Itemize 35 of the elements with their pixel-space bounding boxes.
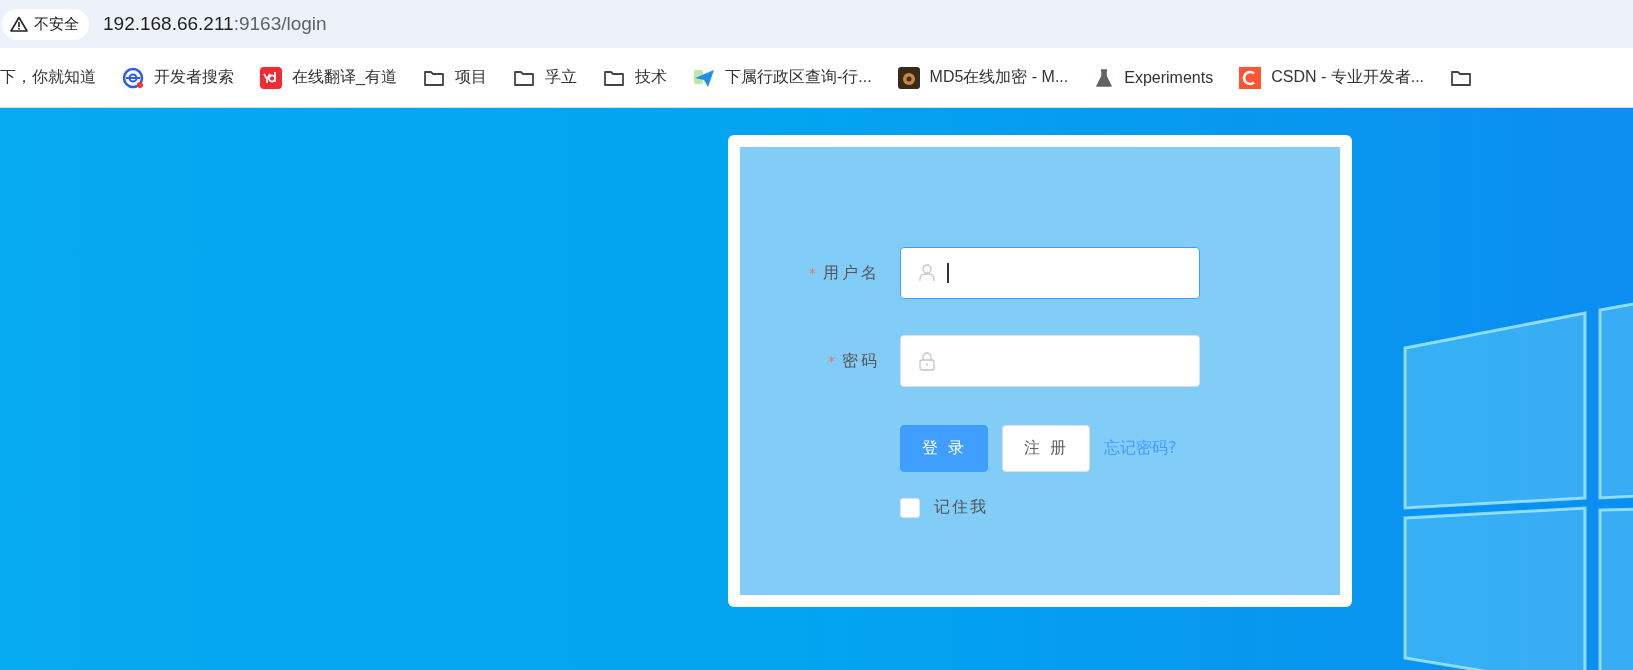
folder-icon bbox=[422, 68, 445, 87]
text-cursor bbox=[947, 263, 949, 283]
user-icon bbox=[919, 264, 935, 282]
app-logo-icon bbox=[260, 66, 282, 89]
checkbox-label: 记住我 bbox=[934, 497, 988, 518]
bookmark[interactable]: 在线翻译_有道 bbox=[260, 66, 397, 89]
bookmark[interactable]: MD5在线加密 - M... bbox=[897, 66, 1069, 89]
bookmark[interactable]: 孚立 bbox=[512, 67, 577, 88]
bookmark[interactable]: CSDN - 专业开发者... bbox=[1239, 66, 1425, 89]
bookmark[interactable]: 项目 bbox=[422, 67, 487, 88]
app-logo-icon bbox=[1239, 66, 1262, 89]
bookmark[interactable] bbox=[1450, 68, 1473, 87]
register-button[interactable]: 注 册 bbox=[1002, 425, 1090, 472]
address-field[interactable]: 192.168.66.211:9163/login bbox=[103, 13, 327, 35]
lock-icon bbox=[919, 351, 935, 371]
required-asterisk: * bbox=[828, 353, 838, 369]
security-chip[interactable]: 不安全 bbox=[2, 8, 89, 40]
warning-icon bbox=[10, 16, 28, 32]
folder-icon bbox=[512, 68, 535, 87]
folder-icon bbox=[1450, 68, 1473, 87]
required-asterisk: * bbox=[809, 265, 819, 281]
bookmark[interactable]: 下，你就知道 bbox=[0, 67, 96, 88]
folder-icon bbox=[602, 68, 625, 87]
padlock-icon bbox=[897, 66, 920, 89]
field-label: 密码 bbox=[842, 350, 880, 372]
remember-checkbox[interactable] bbox=[900, 497, 920, 518]
bookmark[interactable]: 开发者搜索 bbox=[122, 66, 234, 89]
bookmark[interactable]: Experiments bbox=[1094, 67, 1214, 88]
bookmark[interactable]: 技术 bbox=[602, 67, 667, 88]
flask-icon bbox=[1094, 67, 1115, 88]
field-label: 用户名 bbox=[823, 262, 880, 284]
password-field[interactable] bbox=[900, 335, 1200, 387]
search-icon bbox=[122, 66, 144, 89]
bookmark[interactable]: 下属行政区查询-行... bbox=[692, 66, 872, 89]
username-field[interactable] bbox=[900, 247, 1200, 299]
